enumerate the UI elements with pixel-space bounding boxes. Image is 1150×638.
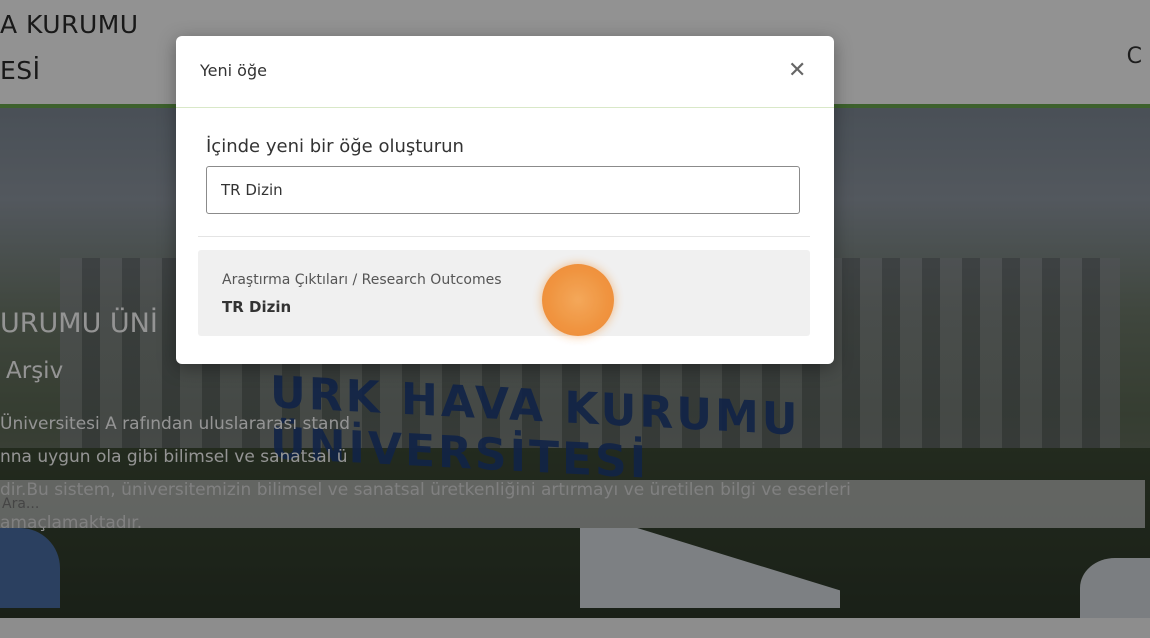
new-item-search-input[interactable] — [206, 166, 800, 214]
result-item-path: Araştırma Çıktıları / Research Outcomes — [222, 272, 502, 288]
click-indicator — [542, 264, 614, 336]
modal-divider — [198, 236, 810, 237]
create-item-label: İçinde yeni bir öğe oluşturun — [206, 136, 464, 157]
close-icon[interactable]: ✕ — [788, 58, 806, 84]
result-item[interactable]: Araştırma Çıktıları / Research Outcomes … — [198, 250, 810, 336]
modal-header: Yeni öğe ✕ — [176, 36, 834, 108]
new-item-modal: Yeni öğe ✕ İçinde yeni bir öğe oluşturun… — [176, 36, 834, 364]
modal-title: Yeni öğe — [200, 61, 267, 80]
result-item-name: TR Dizin — [222, 298, 292, 316]
